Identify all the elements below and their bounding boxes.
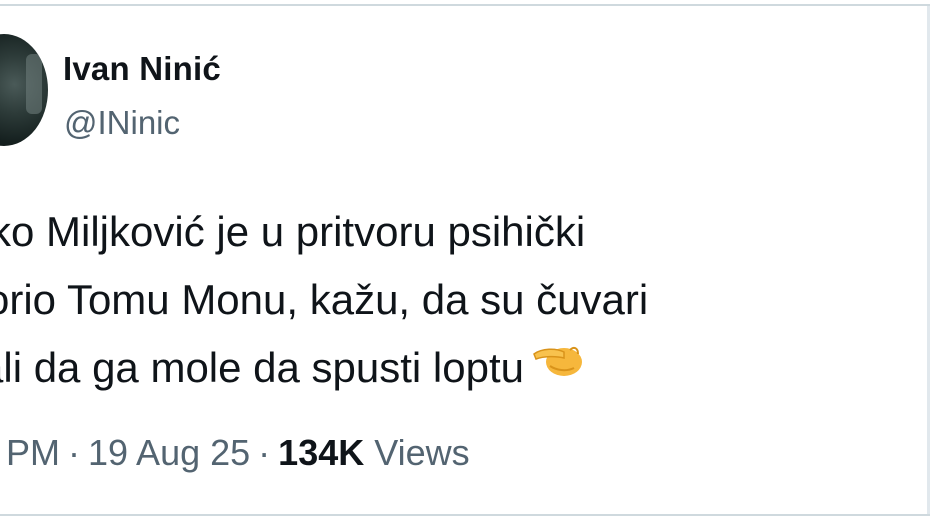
tweet-date[interactable]: 19 Aug 25 [88,432,250,473]
bottom-divider [0,514,930,516]
tweet-line: ali da ga mole da spusti loptu [0,334,920,402]
author-handle[interactable]: @INinic [64,104,180,142]
tweet-line: orio Tomu Monu, kažu, da su čuvari [0,276,649,323]
tweet-meta: PM · 19 Aug 25 · 134K Views [0,432,470,474]
meta-separator: · [68,432,80,473]
tweet-line: ko Miljković je u pritvoru psihički [0,208,586,255]
views-label: Views [374,432,470,473]
tweet-card: Ivan Ninić @INinic ko Miljković je u pri… [0,0,930,525]
meta-separator: · [258,432,271,473]
avatar[interactable] [0,34,48,146]
tweet-time[interactable]: PM [6,432,60,473]
views-count[interactable]: 134K [278,432,364,473]
top-divider [0,4,930,6]
pinching-hand-icon [530,332,586,400]
author-display-name[interactable]: Ivan Ninić [63,50,221,88]
tweet-text: ko Miljković je u pritvoru psihički orio… [0,198,920,402]
